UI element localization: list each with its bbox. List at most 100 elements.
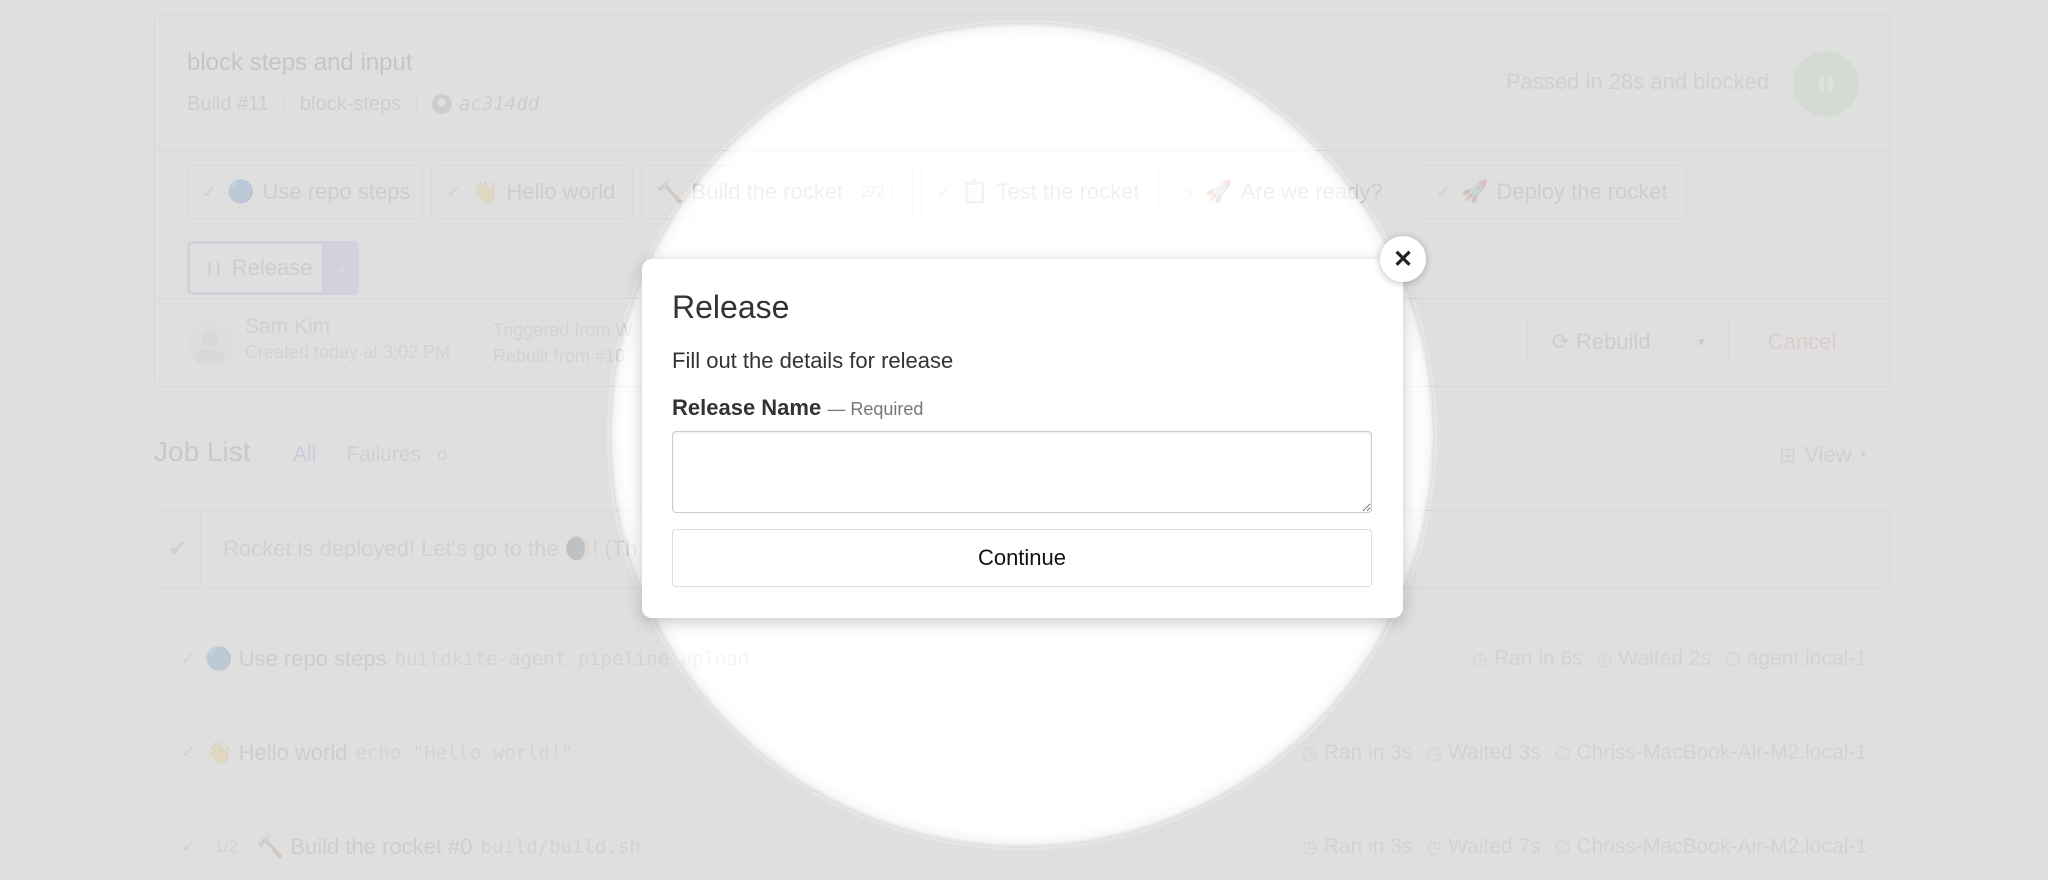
pause-icon: ❙❙ [204, 260, 224, 275]
step-release[interactable]: ❙❙ Release → [187, 241, 359, 295]
hammer-icon: 🔨 [256, 834, 285, 859]
job-agent[interactable]: Chriss-MacBook-Air-M2.local-1 [1576, 835, 1867, 859]
creator-info: Sam Kim Created today at 3:02 PM [245, 315, 450, 363]
job-ran: Ran in 6s [1494, 647, 1583, 670]
job-row[interactable]: ✓ 1/2 🔨 Build the rocket #0 build/build.… [154, 808, 1890, 880]
clock-icon: ◷ [1426, 836, 1443, 857]
step-build-the-rocket[interactable]: 🔨 Build the rocket 2/2 [641, 165, 913, 219]
arrow-right-icon[interactable]: → [322, 244, 356, 292]
wave-icon: 👋 [205, 740, 233, 765]
dialog-description: Fill out the details for release [672, 348, 954, 373]
job-ran: Ran in 3s [1323, 741, 1413, 764]
check-icon: ✓ [446, 181, 462, 202]
job-list-title: Job List [154, 436, 251, 467]
check-icon: ✓ [1436, 181, 1452, 202]
required-hint: — Required [827, 399, 924, 419]
trigger-info: Triggered from W Rebuilt from #10 [493, 317, 632, 369]
agent-cube-icon: ⬡ [1554, 742, 1571, 763]
rebuilt-from[interactable]: Rebuilt from #10 [493, 343, 632, 369]
view-dropdown-button[interactable]: ⊞ View ▼ [1758, 432, 1890, 478]
job-agent[interactable]: agent.local-1 [1747, 647, 1867, 671]
view-label: View [1804, 442, 1852, 467]
build-number: Build #11 [187, 92, 269, 115]
job-command: buildkite-agent pipeline upload [394, 648, 750, 670]
step-label: Deploy the rocket [1496, 179, 1668, 204]
build-header: block steps and input Build #11 block-st… [155, 15, 1889, 151]
job-agent[interactable]: Chriss-MacBook-Air-M2.local-1 [1576, 741, 1867, 765]
field-label-text: Release Name [672, 395, 822, 420]
step-hello-world[interactable]: ✓ 👋 Hello world [431, 165, 633, 219]
check-icon: ✔ [155, 511, 201, 587]
hammer-icon: 🔨 [656, 179, 684, 204]
annotation-text: Rocket is deployed! Let's go to the 🌒! (… [223, 536, 638, 561]
step-count: 2/2 [853, 179, 893, 205]
step-use-repo-steps[interactable]: ✓ 🔵 Use repo steps [187, 165, 423, 219]
close-icon[interactable]: ✕ [1380, 236, 1426, 282]
avatar [187, 321, 233, 367]
job-row[interactable]: ✓ 🔵 Use repo steps buildkite-agent pipel… [154, 620, 1890, 698]
buildkite-icon: 🔵 [227, 179, 255, 204]
step-label: Use repo steps [262, 179, 411, 204]
cancel-build-button[interactable]: Cancel [1745, 313, 1859, 371]
caret-down-icon: ▼ [1857, 449, 1869, 461]
agent-cube-icon: ⬡ [1554, 836, 1571, 857]
continue-button[interactable]: Continue [672, 529, 1372, 587]
step-label: Build the rocket [691, 179, 844, 204]
build-status-text: Passed in 28s and blocked [1506, 69, 1769, 94]
github-icon [432, 94, 453, 114]
failures-count-badge: 0 [429, 443, 456, 467]
job-waited: Waited 2s [1618, 647, 1712, 670]
step-label: Release [231, 255, 313, 280]
check-icon: ✓ [181, 837, 196, 856]
created-time: Created today at 3:02 PM [245, 342, 451, 362]
rebuild-button-group: ⟳ Rebuild ▼ [1527, 313, 1729, 371]
job-name: Build the rocket #0 [290, 834, 473, 859]
divider [416, 91, 418, 117]
check-icon: ✓ [936, 181, 952, 202]
step-are-we-ready[interactable]: › 🚀 Are we ready? [1171, 165, 1391, 219]
job-row[interactable]: ✓ 👋 Hello world echo "Hello world!" ◷ Ran… [154, 714, 1890, 792]
clock-icon: ◷ [1472, 648, 1488, 669]
agent-cube-icon: ⬡ [1725, 648, 1741, 669]
release-name-input[interactable] [672, 431, 1372, 513]
release-step-label[interactable]: ❙❙ Release [190, 244, 322, 292]
clock-icon: ◷ [1301, 742, 1318, 763]
job-command: echo "Hello world!" [355, 742, 573, 764]
job-waited: Waited 7s [1448, 835, 1541, 858]
job-meta: ◷ Ran in 6s ◷ Waited 2s ⬡ agent.local-1 [1458, 647, 1867, 671]
divider [283, 91, 285, 117]
build-commit[interactable]: ac314dd [459, 93, 539, 115]
check-icon: ✓ [202, 181, 218, 202]
filter-all-tab[interactable]: All [293, 443, 316, 467]
check-icon: ✓ [181, 743, 196, 762]
job-name: Hello world [238, 740, 348, 765]
build-branch[interactable]: block-steps [300, 93, 401, 116]
step-test-the-rocket[interactable]: ✓ 📋 Test the rocket [921, 165, 1159, 219]
rocket-icon: 🚀 [1205, 179, 1233, 204]
clock-icon: ◷ [1301, 836, 1318, 857]
wave-icon: 👋 [471, 179, 499, 204]
dialog-title: Release [672, 289, 790, 325]
job-name: Use repo steps [238, 646, 387, 671]
filter-failures-tab[interactable]: Failures [346, 443, 421, 467]
divider [477, 313, 478, 371]
release-dialog: Release Fill out the details for release… [642, 259, 1403, 618]
job-meta: ◷ Ran in 3s ◷ Waited 7s ⬡ Chriss-MacBook-Ai… [1288, 835, 1867, 859]
step-deploy-the-rocket[interactable]: ✓ 🚀 Deploy the rocket [1421, 165, 1687, 219]
build-title: block steps and input [187, 49, 413, 76]
build-meta: Build #11 block-steps ac314dd [187, 91, 539, 117]
triggered-from[interactable]: Triggered from W [493, 317, 632, 343]
clipboard-icon: 📋 [961, 179, 989, 204]
parallel-badge: 1/2 [205, 834, 247, 860]
clock-icon: ◷ [1426, 742, 1443, 763]
job-filter: All Failures 0 [276, 432, 472, 478]
job-command: build/build.sh [480, 836, 641, 858]
release-name-label: Release Name — Required [672, 395, 923, 421]
check-icon: ✓ [181, 649, 196, 668]
grid-icon: ⊞ [1779, 444, 1797, 467]
rebuild-button[interactable]: ⟳ Rebuild [1528, 314, 1674, 370]
clock-icon: ◷ [1596, 648, 1613, 669]
rebuild-label: Rebuild [1575, 329, 1651, 354]
creator-name: Sam Kim [245, 315, 331, 338]
rebuild-dropdown-button[interactable]: ▼ [1674, 314, 1728, 370]
